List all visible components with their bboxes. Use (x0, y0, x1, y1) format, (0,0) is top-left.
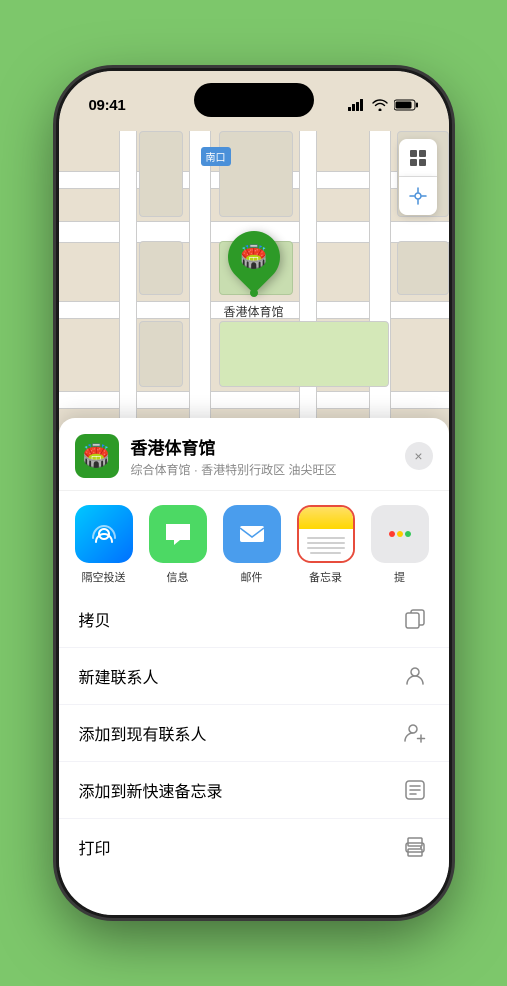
mail-label: 邮件 (241, 569, 263, 585)
venue-name: 香港体育馆 (131, 434, 405, 459)
new-contact-label: 新建联系人 (79, 664, 159, 688)
action-new-contact[interactable]: 新建联系人 (59, 648, 449, 705)
share-notes[interactable]: 备忘录 (297, 505, 355, 585)
pin-label: 香港体育馆 (223, 303, 283, 320)
copy-label: 拷贝 (79, 607, 111, 631)
map-controls (399, 139, 437, 215)
location-btn[interactable] (399, 177, 437, 215)
action-copy[interactable]: 拷贝 (59, 591, 449, 648)
battery-icon (394, 99, 419, 111)
map-location-label: 南口 (201, 147, 231, 166)
action-list: 拷贝 新建联系人 添 (59, 591, 449, 875)
venue-icon: 🏟️ (75, 434, 119, 478)
location-pin: 🏟️ 香港体育馆 (223, 231, 283, 320)
action-print[interactable]: 打印 (59, 819, 449, 875)
airdrop-label: 隔空投送 (82, 569, 126, 585)
share-more[interactable]: 提 (371, 505, 429, 585)
share-airdrop[interactable]: 隔空投送 (75, 505, 133, 585)
print-icon (401, 833, 429, 861)
signal-icon (348, 99, 366, 111)
print-label: 打印 (79, 835, 111, 859)
mail-icon (223, 505, 281, 563)
wifi-icon (372, 99, 388, 111)
quick-note-label: 添加到新快速备忘录 (79, 778, 223, 802)
messages-icon (149, 505, 207, 563)
map-view-toggle[interactable] (399, 139, 437, 177)
more-label: 提 (394, 569, 405, 585)
share-messages[interactable]: 信息 (149, 505, 207, 585)
status-icons (348, 99, 419, 111)
share-mail[interactable]: 邮件 (223, 505, 281, 585)
airdrop-icon (75, 505, 133, 563)
quick-note-icon (401, 776, 429, 804)
action-add-contact[interactable]: 添加到现有联系人 (59, 705, 449, 762)
close-button[interactable]: × (405, 442, 433, 470)
copy-icon (401, 605, 429, 633)
add-contact-label: 添加到现有联系人 (79, 721, 207, 745)
more-icon (371, 505, 429, 563)
messages-label: 信息 (167, 569, 189, 585)
add-contact-icon (401, 719, 429, 747)
sheet-header: 🏟️ 香港体育馆 综合体育馆 · 香港特别行政区 油尖旺区 × (59, 418, 449, 491)
action-quick-note[interactable]: 添加到新快速备忘录 (59, 762, 449, 819)
phone-frame: 09:41 (59, 71, 449, 915)
notes-app-icon (297, 505, 355, 563)
status-time: 09:41 (89, 97, 126, 114)
venue-info: 香港体育馆 综合体育馆 · 香港特别行政区 油尖旺区 (131, 434, 405, 478)
bottom-sheet: 🏟️ 香港体育馆 综合体育馆 · 香港特别行政区 油尖旺区 × 隔空投送 (59, 418, 449, 915)
dynamic-island (194, 83, 314, 117)
notes-label: 备忘录 (309, 569, 342, 585)
new-contact-icon (401, 662, 429, 690)
share-row: 隔空投送 信息 邮件 (59, 491, 449, 591)
venue-desc: 综合体育馆 · 香港特别行政区 油尖旺区 (131, 461, 405, 478)
